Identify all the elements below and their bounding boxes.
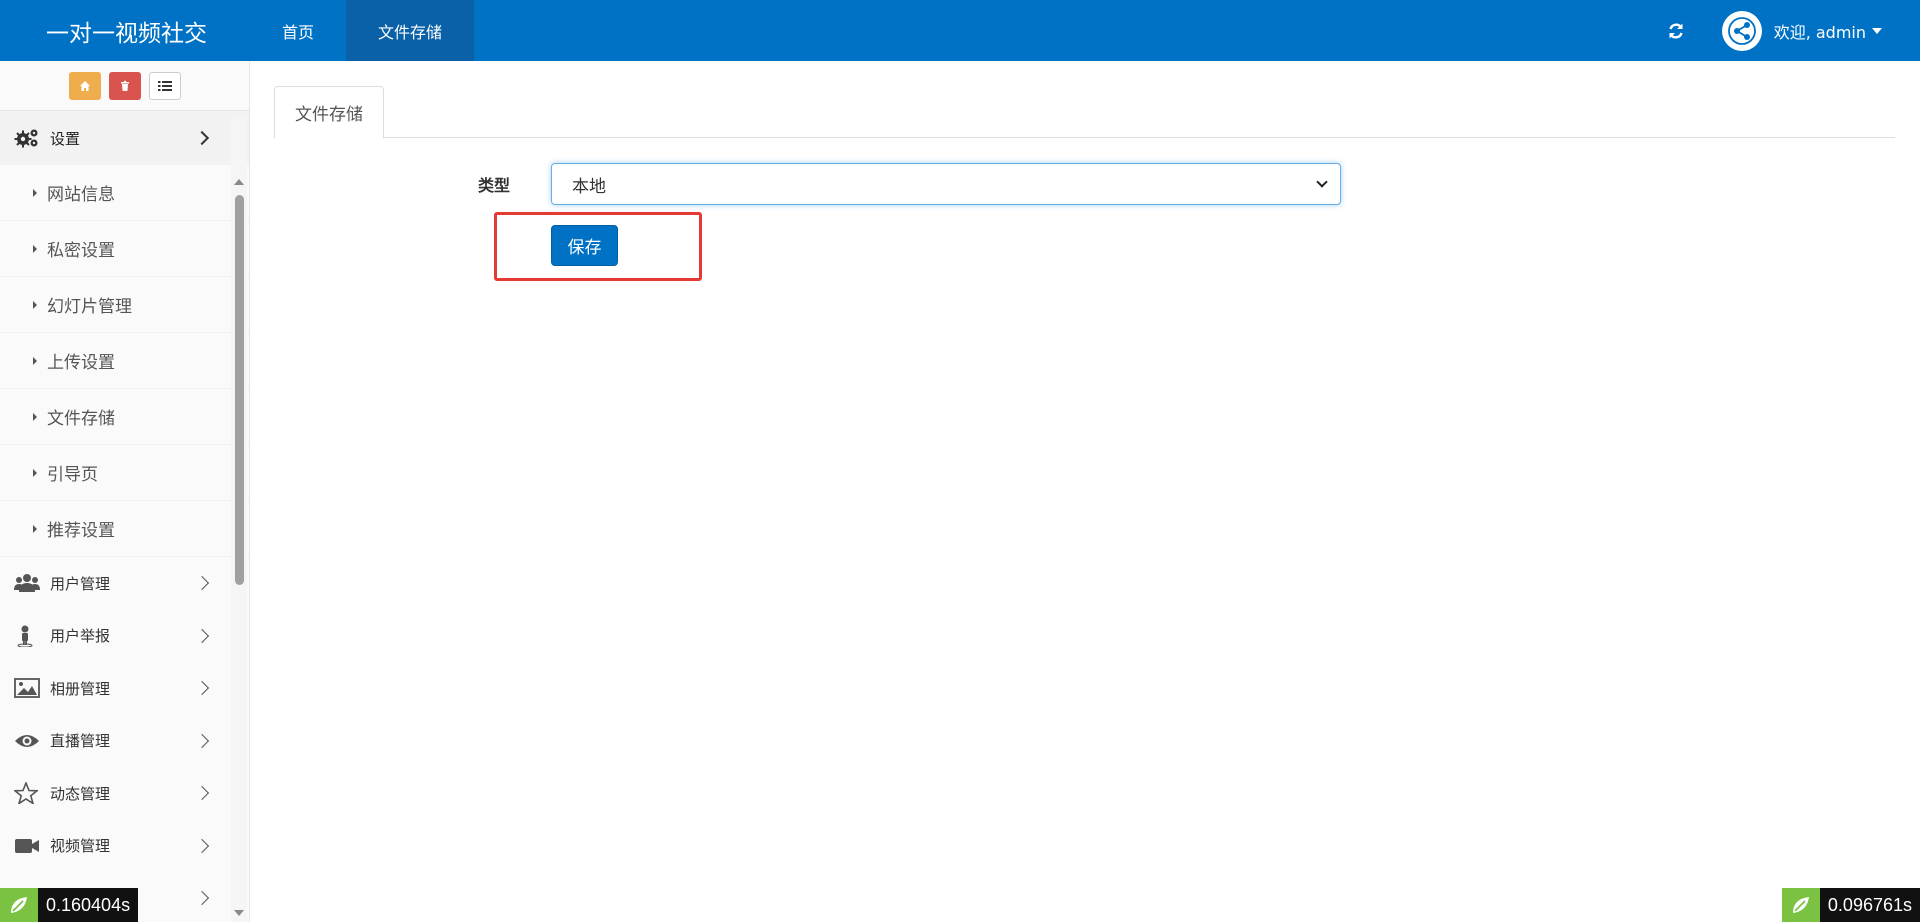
- caret-right-icon: [33, 412, 37, 421]
- tab-file-storage[interactable]: 文件存储: [274, 86, 384, 139]
- scroll-down-arrow-icon[interactable]: [234, 910, 244, 916]
- users-icon: [14, 571, 42, 595]
- caret-right-icon: [33, 524, 37, 533]
- menu-moments-label: 动态管理: [50, 784, 111, 803]
- submenu-privacy[interactable]: 私密设置: [0, 221, 249, 277]
- chevron-right-icon: [194, 786, 210, 801]
- submenu-label: 文件存储: [47, 409, 115, 429]
- timer-right-value: 0.096761s: [1819, 888, 1920, 922]
- submenu-guide-page[interactable]: 引导页: [0, 445, 249, 501]
- user-report-icon: [14, 624, 42, 648]
- submenu-label: 网站信息: [47, 185, 115, 205]
- eye-icon: [14, 729, 42, 753]
- save-button[interactable]: 保存: [551, 225, 618, 266]
- caret-right-icon: [33, 188, 37, 197]
- content-tabs: 文件存储: [274, 86, 1895, 139]
- sidebar-shortcuts: [0, 61, 249, 111]
- submenu-label: 私密设置: [47, 241, 115, 261]
- chevron-right-icon: [194, 733, 210, 748]
- chevron-right-icon: [194, 838, 210, 853]
- caret-down-icon: [1872, 27, 1882, 34]
- chevron-right-icon: [194, 628, 210, 643]
- type-select[interactable]: 本地: [551, 163, 1341, 205]
- chevron-down-icon: [1316, 176, 1328, 188]
- submenu-slides[interactable]: 幻灯片管理: [0, 277, 249, 333]
- menu-live[interactable]: 直播管理: [0, 714, 249, 767]
- caret-right-icon: [33, 468, 37, 477]
- type-form-row: 类型 本地: [478, 163, 1341, 205]
- top-navbar: 一对一视频社交 首页 文件存储 欢迎, admin: [0, 0, 1920, 61]
- submenu-label: 上传设置: [47, 353, 115, 373]
- menu-user-reports[interactable]: 用户举报: [0, 609, 249, 662]
- menu-albums-label: 相册管理: [50, 679, 111, 698]
- menu-user-reports-label: 用户举报: [50, 627, 111, 646]
- trash-shortcut-button[interactable]: [108, 71, 141, 100]
- scroll-up-arrow-icon[interactable]: [234, 179, 244, 185]
- type-select-value: 本地: [572, 176, 606, 197]
- menu-videos[interactable]: 视频管理: [0, 819, 249, 872]
- share-network-icon[interactable]: [1721, 10, 1762, 51]
- nav-tab-file-storage[interactable]: 文件存储: [346, 0, 475, 61]
- sidebar-scrollbar[interactable]: [231, 119, 247, 922]
- menu-users[interactable]: 用户管理: [0, 557, 249, 610]
- chevron-right-icon: [194, 576, 210, 591]
- timer-badge-right: 0.096761s: [1781, 888, 1920, 922]
- user-menu-toggle[interactable]: 欢迎, admin: [1774, 19, 1882, 43]
- list-shortcut-button[interactable]: [148, 71, 181, 100]
- submenu-label: 推荐设置: [47, 521, 115, 541]
- chevron-right-icon: [194, 891, 210, 906]
- submenu-label: 幻灯片管理: [47, 297, 132, 317]
- menu-users-label: 用户管理: [50, 574, 111, 593]
- trash-icon: [120, 80, 129, 91]
- submenu-file-storage[interactable]: 文件存储: [0, 389, 249, 445]
- nav-tab-home[interactable]: 首页: [250, 0, 346, 61]
- chevron-right-icon: [194, 681, 210, 696]
- caret-right-icon: [33, 356, 37, 365]
- main-content: 文件存储 类型 本地 保存: [250, 61, 1920, 922]
- menu-moments[interactable]: 动态管理: [0, 767, 249, 820]
- picture-icon: [14, 676, 42, 700]
- caret-right-icon: [33, 244, 37, 253]
- leaf-logo-icon: [1781, 888, 1820, 922]
- chevron-right-icon: [194, 130, 210, 146]
- cogs-icon: [14, 126, 42, 150]
- video-camera-icon: [14, 834, 42, 858]
- submenu-label: 引导页: [47, 465, 98, 485]
- menu-albums[interactable]: 相册管理: [0, 662, 249, 715]
- submenu-recommend[interactable]: 推荐设置: [0, 501, 249, 557]
- timer-left-value: 0.160404s: [38, 888, 139, 922]
- brand-title[interactable]: 一对一视频社交: [0, 0, 250, 61]
- menu-videos-label: 视频管理: [50, 837, 111, 856]
- submenu-upload[interactable]: 上传设置: [0, 333, 249, 389]
- list-icon: [157, 80, 172, 91]
- sidebar: 设置 网站信息 私密设置 幻灯片管理 上传设置 文件存储 引导页 推荐设置 用户…: [0, 61, 250, 922]
- leaf-logo-icon: [0, 888, 38, 922]
- user-greeting: 欢迎, admin: [1773, 22, 1866, 42]
- timer-badge-left: 0.160404s: [0, 888, 139, 922]
- home-shortcut-button[interactable]: [68, 71, 101, 100]
- menu-settings-label: 设置: [50, 129, 81, 148]
- submenu-site-info[interactable]: 网站信息: [0, 165, 249, 221]
- type-label: 类型: [478, 176, 511, 195]
- star-icon: [14, 781, 42, 805]
- scrollbar-thumb[interactable]: [235, 195, 244, 585]
- home-icon: [79, 80, 90, 91]
- refresh-icon[interactable]: [1656, 11, 1696, 51]
- menu-settings[interactable]: 设置: [0, 111, 249, 165]
- caret-right-icon: [33, 300, 37, 309]
- menu-live-label: 直播管理: [50, 732, 111, 751]
- navbar-right: 欢迎, admin: [1656, 0, 1920, 61]
